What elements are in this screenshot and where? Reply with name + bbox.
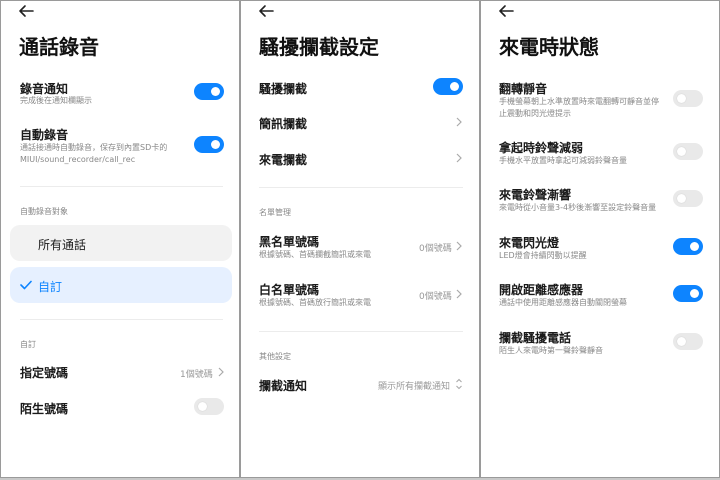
- proximity-sensor-desc: 通話中使用距離感應器自動關閉螢幕: [499, 298, 627, 307]
- flip-mute-toggle[interactable]: [673, 90, 703, 107]
- ringtone-crescendo-toggle[interactable]: [673, 190, 703, 207]
- block-notify-label[interactable]: 攔截通知: [259, 377, 307, 394]
- auto-recording-desc-line2: MIUI/sound_recorder/call_rec: [20, 155, 136, 164]
- page-title: 通話錄音: [19, 35, 99, 59]
- whitelist-count: 0個號碼: [419, 292, 452, 302]
- flash-alert-label: 來電閃光燈: [499, 236, 560, 250]
- ringtone-crescendo-label: 來電鈴聲漸響: [499, 188, 572, 202]
- page-title: 騷擾攔截設定: [259, 35, 379, 59]
- section-header-targets: 自動錄音對象: [20, 207, 68, 216]
- block-notify-value: 顯示所有攔截通知: [378, 382, 451, 392]
- back-arrow-icon[interactable]: [17, 3, 35, 19]
- ringtone-crescendo-desc: 來電時從小音量3-4秒後漸響至設定鈴聲音量: [499, 203, 657, 212]
- blacklist-label[interactable]: 黑名單號碼: [259, 233, 319, 250]
- unknown-numbers-toggle[interactable]: [194, 398, 224, 415]
- blacklist-desc: 根據號碼、首碼攔截簡訊或來電: [259, 250, 371, 259]
- flash-alert-toggle[interactable]: [673, 238, 703, 255]
- call-block-label[interactable]: 來電攔截: [259, 151, 307, 168]
- choice-custom-label: 自訂: [38, 280, 63, 294]
- divider: [20, 319, 223, 320]
- proximity-sensor-label: 開啟距離感應器: [499, 283, 584, 297]
- incoming-call-status-panel: 來電時狀態 翻轉靜音 手機螢幕朝上水準放置時來電翻轉可靜音並停 止震動和閃光燈提…: [480, 0, 720, 478]
- pickup-quiet-toggle[interactable]: [673, 143, 703, 160]
- chevron-right-icon: [218, 367, 224, 377]
- whitelist-desc: 根據號碼、首碼放行簡訊或來電: [259, 298, 371, 307]
- section-header-other: 其他設定: [259, 352, 291, 361]
- chevron-right-icon: [456, 241, 462, 251]
- auto-recording-label: 自動錄音: [20, 128, 69, 142]
- checkmark-icon: [20, 280, 32, 290]
- page-title: 來電時狀態: [499, 35, 599, 59]
- unknown-numbers-label: 陌生號碼: [20, 402, 69, 416]
- section-header-list: 名單管理: [259, 208, 291, 217]
- flip-mute-label: 翻轉靜音: [499, 82, 548, 96]
- chevron-right-icon: [456, 289, 462, 299]
- harass-block-label: 騷擾攔截: [259, 82, 308, 96]
- back-arrow-icon[interactable]: [497, 3, 515, 19]
- recording-notification-toggle[interactable]: [194, 83, 224, 100]
- auto-recording-desc-line1: 通話接通時自動錄音，保存到內置SD卡的: [20, 143, 168, 152]
- divider: [259, 187, 463, 188]
- call-recording-panel: 通話錄音 錄音通知 完成後在通知欄顯示 自動錄音 通話接通時自動錄音，保存到內置…: [0, 0, 240, 478]
- whitelist-label[interactable]: 白名單號碼: [259, 281, 319, 298]
- harass-block-panel: 騷擾攔截設定 騷擾攔截 簡訊攔截 來電攔截 名單管理 黑名單號碼 根據號碼、首碼…: [240, 0, 480, 478]
- sms-block-label[interactable]: 簡訊攔截: [259, 115, 307, 132]
- block-harass-calls-desc: 陌生人來電時第一聲鈴聲靜音: [499, 346, 603, 355]
- section-header-custom: 自訂: [20, 340, 36, 349]
- chevron-updown-icon: [456, 378, 462, 390]
- block-harass-calls-toggle[interactable]: [673, 333, 703, 350]
- back-arrow-icon[interactable]: [257, 3, 275, 19]
- chevron-right-icon: [456, 153, 462, 163]
- flash-alert-desc: LED燈會持續閃動以提醒: [499, 251, 587, 260]
- specified-numbers-value: 1個號碼: [180, 370, 213, 380]
- specified-numbers-label[interactable]: 指定號碼: [20, 364, 68, 381]
- block-harass-calls-label: 攔截騷擾電話: [499, 331, 572, 345]
- recording-notification-desc: 完成後在通知欄顯示: [20, 96, 92, 105]
- harass-block-toggle[interactable]: [433, 78, 463, 95]
- choice-all-calls-label: 所有通話: [38, 238, 87, 252]
- pickup-quiet-label: 拿起時鈴聲減弱: [499, 141, 584, 155]
- flip-mute-desc-line1: 手機螢幕朝上水準放置時來電翻轉可靜音並停: [499, 97, 659, 106]
- blacklist-count: 0個號碼: [419, 244, 452, 254]
- auto-recording-toggle[interactable]: [194, 136, 224, 153]
- proximity-sensor-toggle[interactable]: [673, 285, 703, 302]
- divider: [259, 331, 463, 332]
- divider: [20, 186, 223, 187]
- chevron-right-icon: [456, 117, 462, 127]
- pickup-quiet-desc: 手機水平放置時拿起可減弱鈴聲音量: [499, 156, 627, 165]
- flip-mute-desc-line2: 止震動和閃光燈提示: [499, 109, 571, 118]
